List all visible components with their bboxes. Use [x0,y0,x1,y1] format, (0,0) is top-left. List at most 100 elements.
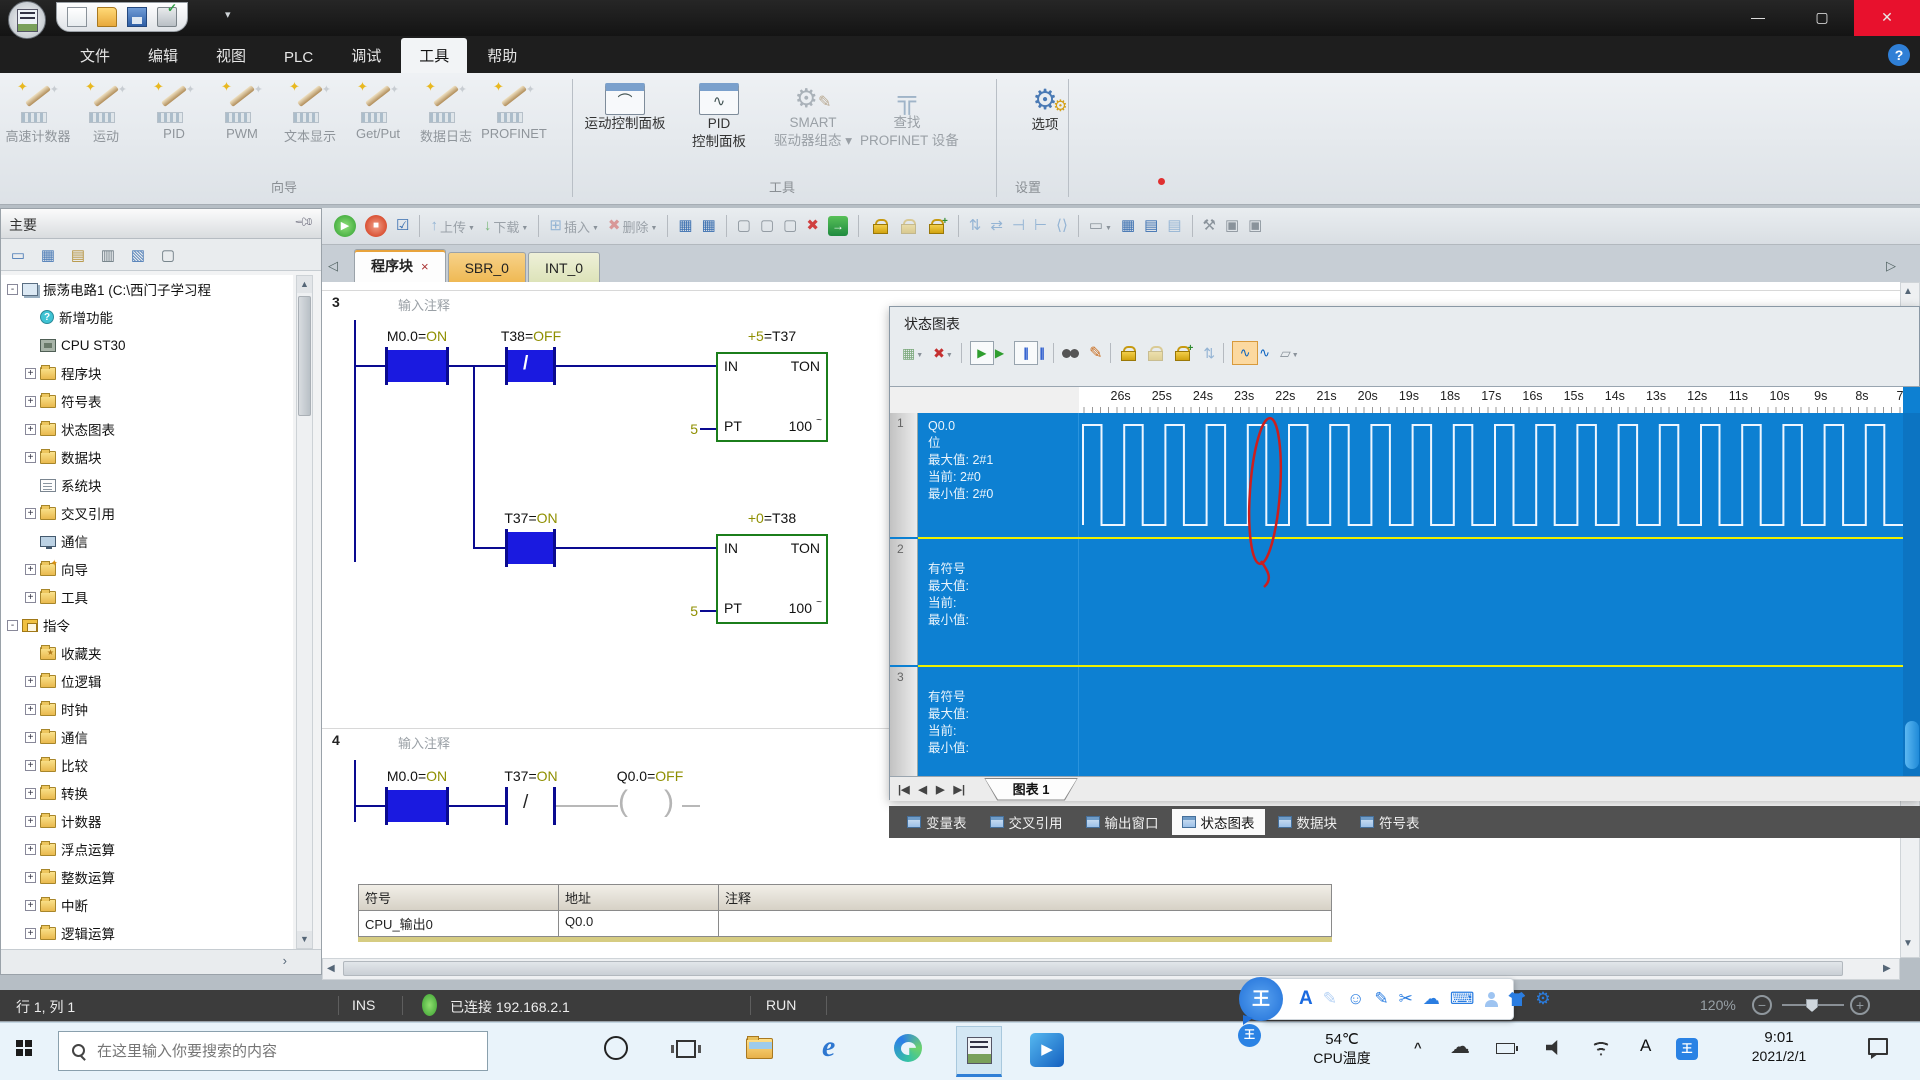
close-window-button[interactable]: ✖ [804,213,821,239]
chart-first-page-button[interactable]: |◀ [898,783,910,796]
ime-logo-icon[interactable]: 王 [1239,977,1283,1021]
chart-force-button[interactable] [1117,341,1138,365]
tree-item-bit-logic[interactable]: + 位逻辑 [1,667,293,695]
menu-item[interactable]: 编辑 [130,38,196,73]
dock-symbol-table[interactable]: 符号表 [1350,809,1430,835]
symbol-table-row[interactable]: CPU_输出0 Q0.0 [358,911,1332,937]
tree-expander-icon[interactable]: + [25,396,36,407]
menu-item[interactable]: 视图 [198,38,264,73]
tree-expander-icon[interactable]: + [25,704,36,715]
clipboard-button-2[interactable]: ▣ [1246,213,1264,239]
chart-read-force-button[interactable]: ⇅ [1201,341,1217,365]
wizard-text-display[interactable]: ✦✦ 文本显示 [276,75,344,175]
chart-unforce-button[interactable] [1144,341,1165,365]
timer-box-t38[interactable]: IN TON PT 100 ~ [716,534,828,624]
internet-explorer-icon[interactable]: e [822,1030,835,1064]
smart-drive-config-button[interactable]: ⚙ SMART 驱动器组态 ▾ [766,75,860,175]
chart-last-page-button[interactable]: ▶| [953,783,965,796]
tab-int-0[interactable]: INT_0 [528,252,600,282]
toolbar-button[interactable] [858,215,859,237]
tray-ime-icon[interactable]: 王 [1676,1038,1698,1060]
ime-badge-icon[interactable]: 王 [1238,1024,1261,1047]
wizard-motion[interactable]: ✦✦ 运动 [72,75,140,175]
tree-expander-icon[interactable]: + [25,676,36,687]
scroll-left-icon[interactable]: ◀ [327,963,335,974]
toolbar-button[interactable] [667,215,668,237]
zoom-out-icon[interactable]: − [1752,995,1772,1015]
tree-item-wizards[interactable]: + 向导 [1,555,293,583]
tree-expander-icon[interactable]: + [25,564,36,575]
chart-write-button[interactable]: ✎ [1087,341,1104,365]
print-icon[interactable] [157,7,177,27]
vertical-line-button[interactable]: ⇅ [967,213,984,239]
upload-button[interactable]: ↑ 上传 [428,213,476,239]
scroll-down-icon[interactable]: ▼ [297,931,312,948]
toolbar-button[interactable] [419,215,420,237]
scroll-up-icon[interactable]: ▲ [1903,286,1913,297]
cloud-icon[interactable]: ☁ [1450,1034,1470,1059]
find-profinet-devices-button[interactable]: ╦ 查找 PROFINET 设备 [860,75,954,175]
tools-button[interactable]: ⚒ [1201,213,1218,239]
toolbar-button[interactable] [726,215,727,237]
tree-item-data-block[interactable]: + 数据块 [1,443,293,471]
tree-expander-icon[interactable]: + [25,844,36,855]
tree-item-integer-math[interactable]: + 整数运算 [1,863,293,891]
tab-sbr-0[interactable]: SBR_0 [448,252,526,282]
wizard-get-put[interactable]: ✦✦ Get/Put [344,75,412,175]
chart-view-button-2[interactable]: ▤ [1165,213,1183,239]
toolbar-button[interactable] [1192,215,1193,237]
pin-icon[interactable]: 📌︎ [293,211,316,234]
ime-gear-icon[interactable]: ⚙ [1535,989,1550,1009]
scroll-up-icon[interactable]: ▲ [297,276,312,293]
wizard-profinet[interactable]: ✦✦ PROFINET [480,75,548,175]
project-view-icon[interactable]: ▭ [7,245,29,265]
horizontal-line-button[interactable]: ⇄ [988,213,1005,239]
junction-down-button[interactable]: ⊢ [1032,213,1049,239]
motion-control-panel-button[interactable]: ⌒ 运动控制面板 [578,75,672,175]
dropdown-caret-icon[interactable] [946,344,953,362]
compile-button[interactable]: ☑ [394,213,411,239]
tree-item-convert[interactable]: + 转换 [1,779,293,807]
step7-app-icon[interactable] [956,1026,1002,1077]
ime-font-icon[interactable]: A [1299,988,1313,1010]
communications-view-icon[interactable]: ▢ [157,245,179,265]
window-button-2[interactable]: ▢ [758,213,776,239]
junction-up-button[interactable]: ⊣ [1010,213,1027,239]
stop-button[interactable]: ■ [363,213,389,239]
close-button[interactable]: ✕ [1854,0,1920,36]
address-view-button[interactable]: ▦ [676,213,694,239]
maximize-button[interactable]: ▢ [1790,0,1854,36]
horizontal-scrollbar[interactable]: ◀ ▶ [322,958,1900,980]
timer-box-t37[interactable]: IN TON PT 100 ~ [716,352,828,442]
dock-cross-reference[interactable]: 交叉引用 [980,809,1073,835]
tree-item-counters[interactable]: + 计数器 [1,807,293,835]
tab-program-block[interactable]: 程序块 × [354,249,446,282]
input-language-indicator[interactable]: A [1640,1036,1651,1056]
chart-new-button[interactable]: ▦ [900,341,925,365]
tree-expander-icon[interactable]: + [25,928,36,939]
ime-scissors-icon[interactable]: ✂ [1399,989,1413,1009]
new-file-icon[interactable] [67,7,87,27]
tree-item-project[interactable]: - 振荡电路1 (C:\西门子学习程 [1,275,293,303]
wizard-pid[interactable]: ✦✦ PID [140,75,208,175]
chart-toolbar-button[interactable] [1223,343,1224,363]
tree-expander-icon[interactable]: + [25,816,36,827]
goto-button[interactable]: → [826,213,850,239]
menu-item[interactable]: 调试 [333,38,399,73]
open-file-icon[interactable] [97,7,117,27]
selection-button[interactable]: ▭ [1087,213,1114,239]
dropdown-caret-icon[interactable] [592,217,599,235]
tree-expander-icon[interactable]: + [25,424,36,435]
tree-item-instructions[interactable]: - 指令 [1,611,293,639]
tree-expander-icon[interactable]: + [25,732,36,743]
chart-pause-button[interactable]: ∥ ∥ [1012,341,1047,365]
wizard-pwm[interactable]: ✦✦ PWM [208,75,276,175]
wizard-high-speed-counter[interactable]: ✦✦ 高速计数器 [4,75,72,175]
tree-expander-icon[interactable]: + [25,508,36,519]
tree-item-favorites[interactable]: 收藏夹 [1,639,293,667]
tree-item-cross-reference[interactable]: + 交叉引用 [1,499,293,527]
tray-expand-icon[interactable]: ^ [1414,1040,1422,1055]
insert-button[interactable]: ⊞ 插入 [547,213,601,239]
ime-clothes-icon[interactable] [1508,992,1525,1006]
tree-item-clock[interactable]: + 时钟 [1,695,293,723]
